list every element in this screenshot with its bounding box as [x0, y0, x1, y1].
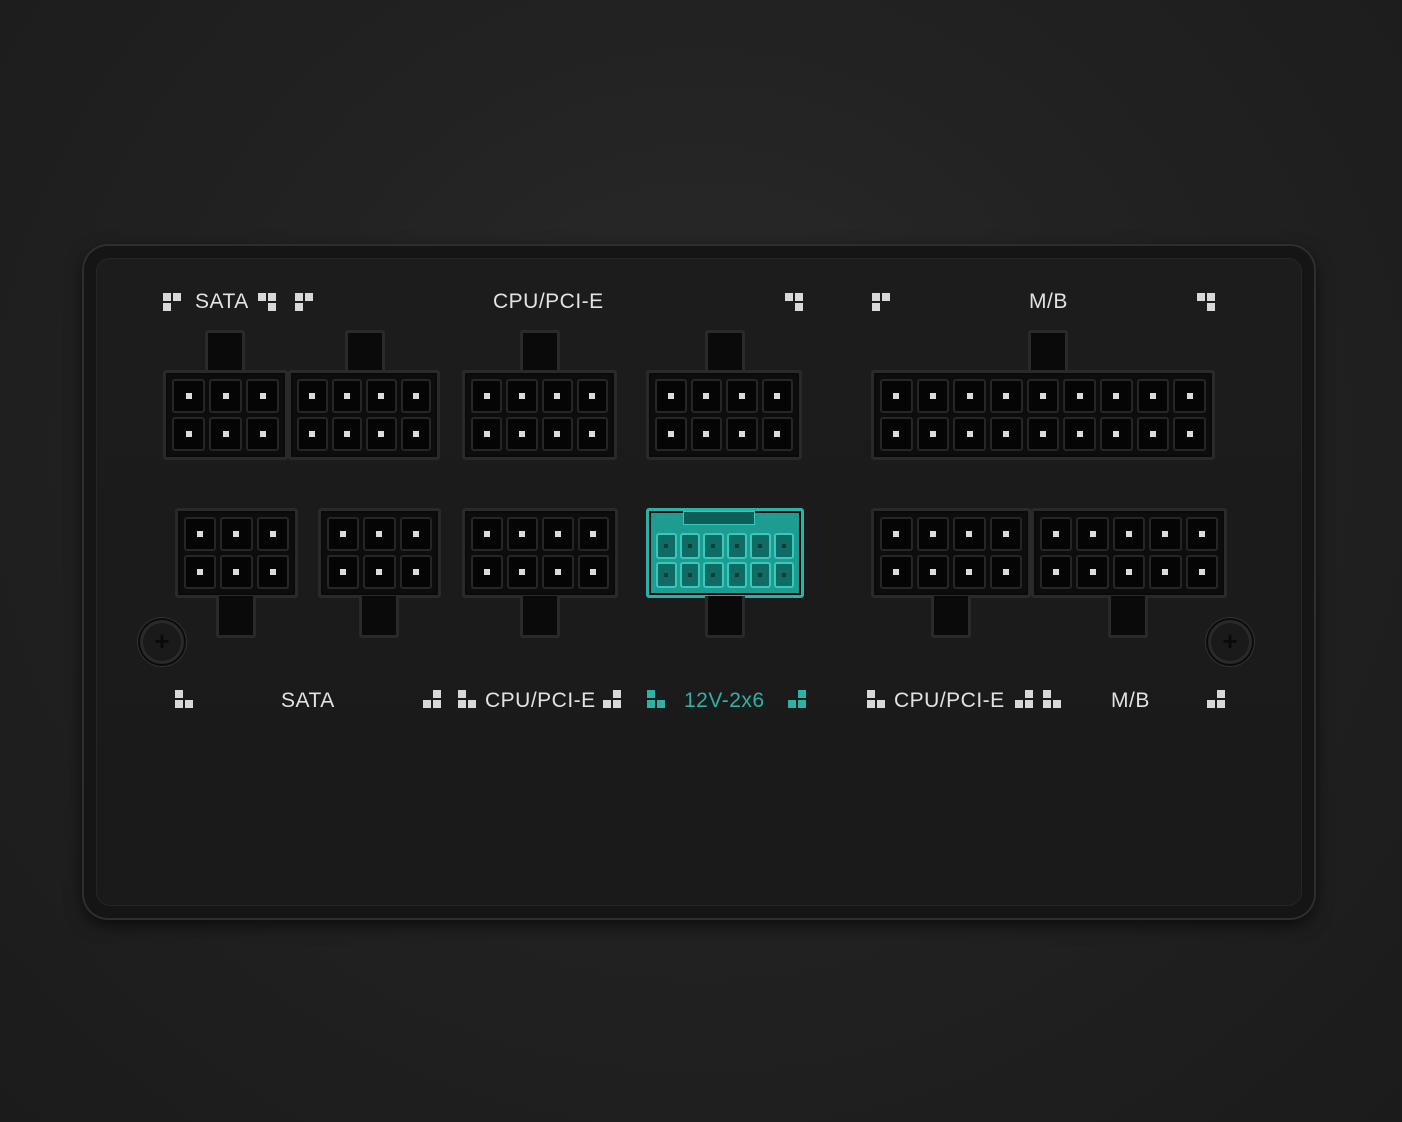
sata-6pin-socket[interactable]	[318, 508, 441, 598]
cpu-pcie-8pin-socket[interactable]	[462, 370, 617, 460]
pin-marker-icon	[603, 690, 623, 710]
cpu-pcie-8pin-socket[interactable]	[462, 508, 618, 598]
connector-latch	[1108, 596, 1148, 638]
label-bottom-cpu-pcie: CPU/PCI-E	[485, 689, 596, 712]
sata-6pin-socket[interactable]	[175, 508, 298, 598]
mb-18pin-socket[interactable]	[871, 370, 1215, 460]
sense-pins	[683, 511, 755, 525]
cpu-8pin-socket[interactable]	[288, 370, 440, 460]
pin-marker-icon	[458, 690, 478, 710]
label-bottom-cpu-pcie: CPU/PCI-E	[894, 689, 1005, 712]
pin-marker-icon	[1207, 690, 1227, 710]
cpu-pcie-8pin-socket[interactable]	[871, 508, 1031, 598]
connector-latch	[931, 596, 971, 638]
pin-marker-icon	[785, 293, 805, 313]
label-bottom-mb: M/B	[1111, 689, 1150, 712]
connector-latch	[1028, 330, 1068, 372]
phillips-screw-icon: +	[1206, 618, 1254, 666]
label-top-mb: M/B	[1029, 290, 1068, 313]
connector-latch	[205, 330, 245, 372]
connector-latch	[705, 330, 745, 372]
pin-marker-icon	[175, 690, 195, 710]
pin-marker-icon	[258, 293, 278, 313]
pin-marker-icon	[1015, 690, 1035, 710]
connector-latch	[705, 596, 745, 638]
12v-2x6-socket[interactable]	[646, 508, 804, 606]
label-top-sata: SATA	[195, 290, 249, 313]
pin-marker-icon	[423, 690, 443, 710]
connector-latch	[359, 596, 399, 638]
pin-marker-icon	[1197, 293, 1217, 313]
pin-marker-icon	[788, 690, 808, 710]
connector-latch	[520, 596, 560, 638]
connector-latch	[216, 596, 256, 638]
sata-6pin-socket[interactable]	[163, 370, 288, 460]
cpu-pcie-8pin-socket[interactable]	[646, 370, 802, 460]
label-top-cpu-pcie: CPU/PCI-E	[493, 290, 604, 313]
connector-latch	[345, 330, 385, 372]
pin-marker-icon	[647, 690, 667, 710]
mb-10pin-socket[interactable]	[1031, 508, 1227, 598]
label-bottom-sata: SATA	[281, 689, 335, 712]
label-12v-2x6: 12V-2x6	[684, 689, 765, 712]
pin-marker-icon	[295, 293, 315, 313]
pin-marker-icon	[1043, 690, 1063, 710]
phillips-screw-icon: +	[138, 618, 186, 666]
pin-marker-icon	[163, 293, 183, 313]
connector-latch	[520, 330, 560, 372]
pin-marker-icon	[867, 690, 887, 710]
pin-marker-icon	[872, 293, 892, 313]
